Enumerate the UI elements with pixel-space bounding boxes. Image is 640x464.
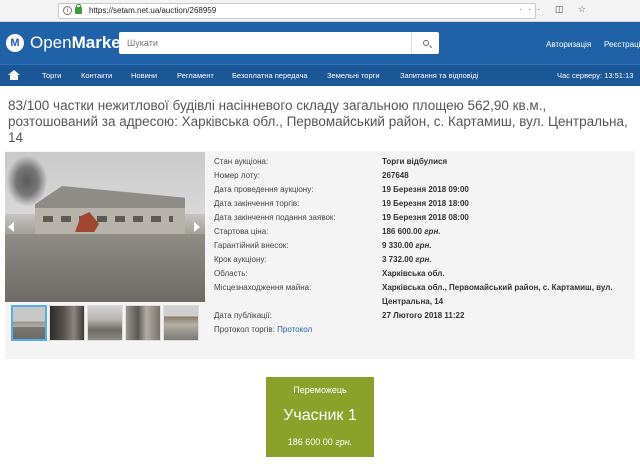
prop-start-price: 186 600.00 грн. [382, 227, 441, 236]
prop-apply-deadline: 19 Березня 2018 08:00 [382, 213, 469, 222]
thumbnail[interactable] [163, 305, 199, 341]
prop-label: Область: [214, 269, 248, 278]
prop-label: Дата публікації: [214, 311, 272, 320]
protocol-link[interactable]: Протокол [277, 325, 312, 334]
prop-label: Номер лоту: [214, 171, 260, 180]
address-bar[interactable]: i https://setam.net.ua/auction/268959 [58, 3, 536, 19]
nav-item-land-auctions[interactable]: Земельні торги [327, 71, 380, 80]
search-icon [422, 40, 429, 46]
home-icon[interactable] [8, 70, 20, 81]
protocol-row: Протокол торгів: Протокол [214, 325, 313, 334]
nav-item-rules[interactable]: Регламент [177, 71, 214, 80]
register-link[interactable]: Реєстрація [604, 40, 640, 49]
prop-step: 3 732.00 грн. [382, 255, 432, 264]
prop-status: Торги відбулися [382, 157, 448, 166]
nav-item-auctions[interactable]: Торги [42, 71, 61, 80]
browser-toolbar: i https://setam.net.ua/auction/268959 ··… [0, 0, 640, 22]
next-photo-icon[interactable] [194, 222, 200, 232]
prop-auction-date: 19 Березня 2018 09:00 [382, 185, 469, 194]
browser-actions: ··· ◫ ☆ [519, 4, 592, 15]
winner-box: Переможець Учасник 1 186 600.00 грн. [266, 377, 374, 457]
winner-name: Учасник 1 [283, 407, 357, 424]
prop-publish-date: 27 Лютого 2018 11:22 [382, 311, 465, 320]
thumbnail[interactable] [11, 305, 47, 341]
nav-item-faq[interactable]: Запитання та відповіді [400, 71, 478, 80]
logo[interactable]: M OpenMarket [6, 32, 126, 54]
lock-icon [75, 4, 82, 14]
winner-price: 186 600.00 грн. [287, 437, 353, 447]
prev-photo-icon[interactable] [8, 222, 14, 232]
pocket-icon[interactable]: ◫ [555, 4, 570, 15]
url-text: https://setam.net.ua/auction/268959 [89, 6, 217, 15]
thumbnail[interactable] [125, 305, 161, 341]
winner-label: Переможець [293, 385, 347, 395]
nav-item-free-transfer[interactable]: Безоплатна передача [232, 71, 308, 80]
prop-label: Стан аукціона: [214, 157, 269, 166]
page-title: 83/100 частки нежитлової будівлі насінне… [8, 98, 628, 145]
logo-mark-icon: M [6, 34, 24, 52]
prop-label: Дата закінчення подання заявок: [214, 213, 336, 222]
prop-label: Дата закінчення торгів: [214, 199, 300, 208]
prop-deposit: 9 330.00 грн. [382, 241, 432, 250]
thumbnail[interactable] [49, 305, 85, 341]
prop-region: Харківська обл. [382, 269, 445, 278]
prop-label: Стартова ціна: [214, 227, 269, 236]
thumbnail[interactable] [87, 305, 123, 341]
login-link[interactable]: Авторизація [546, 40, 591, 49]
prop-label: Місцезнаходження майна: [214, 283, 312, 292]
prop-label: Дата проведення аукціону: [214, 185, 314, 194]
more-icon[interactable]: ··· [519, 4, 546, 14]
prop-location-line2: Центральна, 14 [382, 297, 444, 306]
prop-end-date: 19 Березня 2018 18:00 [382, 199, 469, 208]
nav-item-contacts[interactable]: Контакти [81, 71, 112, 80]
site-header: M OpenMarket Авторизація Реєстрація [0, 22, 640, 64]
search-input[interactable] [119, 32, 411, 54]
star-icon[interactable]: ☆ [578, 4, 592, 15]
lot-main-photo[interactable] [5, 152, 205, 302]
server-time: Час серверу: 13:51:13 [557, 71, 634, 80]
prop-label: Крок аукціону: [214, 255, 267, 264]
search-button[interactable] [411, 32, 439, 54]
search-box [119, 32, 439, 54]
prop-lot-number: 267648 [382, 171, 409, 180]
prop-location-line1: Харківська обл., Первомайський район, с.… [382, 283, 613, 292]
main-nav: Торги Контакти Новини Регламент Безоплат… [0, 64, 640, 86]
info-icon[interactable]: i [63, 6, 72, 15]
logo-text: OpenMarket [30, 33, 127, 52]
nav-item-news[interactable]: Новини [131, 71, 157, 80]
prop-label: Гарантійний внесок: [214, 241, 289, 250]
